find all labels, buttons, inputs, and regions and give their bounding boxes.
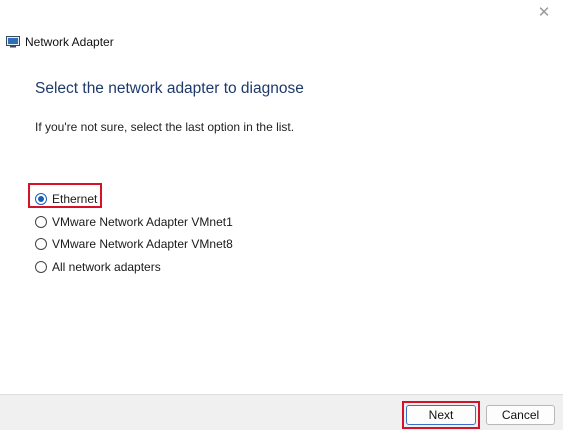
radio-vmnet1[interactable] [35,215,47,228]
option-label: All network adapters [52,259,161,274]
radio-all-adapters[interactable] [35,260,47,273]
ethernet-highlight-box [28,183,102,208]
close-icon: ✕ [537,3,551,21]
cancel-button[interactable]: Cancel [486,405,555,425]
page-title: Select the network adapter to diagnose [35,80,304,97]
next-highlight-box [402,401,480,429]
option-vmnet8[interactable]: VMware Network Adapter VMnet8 [35,233,233,256]
option-label: VMware Network Adapter VMnet1 [52,214,233,229]
network-adapter-dialog: ✕ Network Adapter Select the network ada… [0,0,563,430]
dialog-footer: Next Cancel [0,394,563,430]
hint-text: If you're not sure, select the last opti… [35,120,295,134]
option-all-adapters[interactable]: All network adapters [35,256,233,279]
close-button[interactable]: ✕ [533,2,555,22]
dialog-header: Network Adapter [6,33,114,51]
option-label: VMware Network Adapter VMnet8 [52,237,233,252]
option-vmnet1[interactable]: VMware Network Adapter VMnet1 [35,211,233,234]
network-adapter-icon [6,36,20,48]
window-title: Network Adapter [25,35,114,49]
radio-vmnet8[interactable] [35,238,47,251]
